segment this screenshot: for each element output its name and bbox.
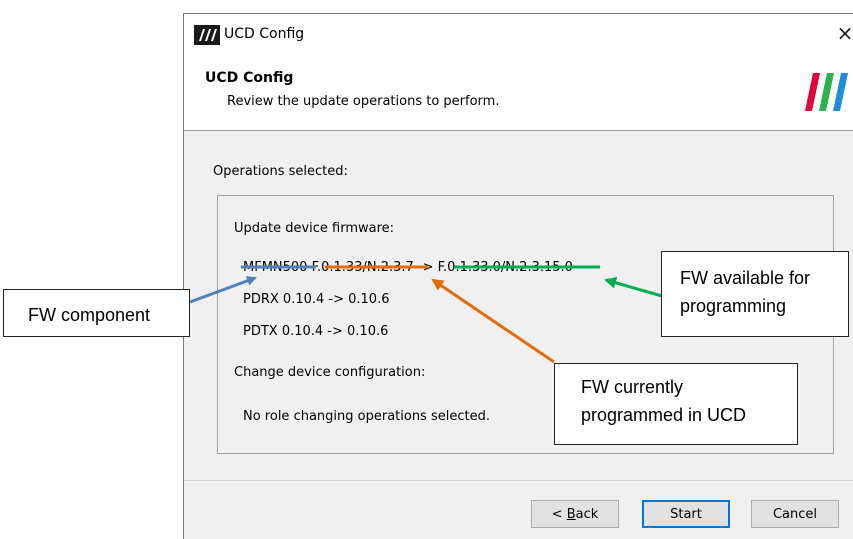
available-arrow <box>604 276 663 298</box>
callout-fw-component: FW component <box>3 289 190 337</box>
callout-fw-current: FW currently programmed in UCD <box>554 363 798 445</box>
callout-fw-current-line1: FW currently <box>581 377 684 397</box>
callout-fw-component-text: FW component <box>28 305 151 325</box>
component-arrow <box>189 276 257 304</box>
callout-fw-available-line1: FW available for <box>680 268 811 288</box>
callout-fw-available-line2: programming <box>680 296 787 316</box>
callout-fw-available: FW available for programming <box>661 251 849 337</box>
callout-fw-current-line2: programmed in UCD <box>581 405 747 425</box>
current-arrow <box>431 278 555 364</box>
